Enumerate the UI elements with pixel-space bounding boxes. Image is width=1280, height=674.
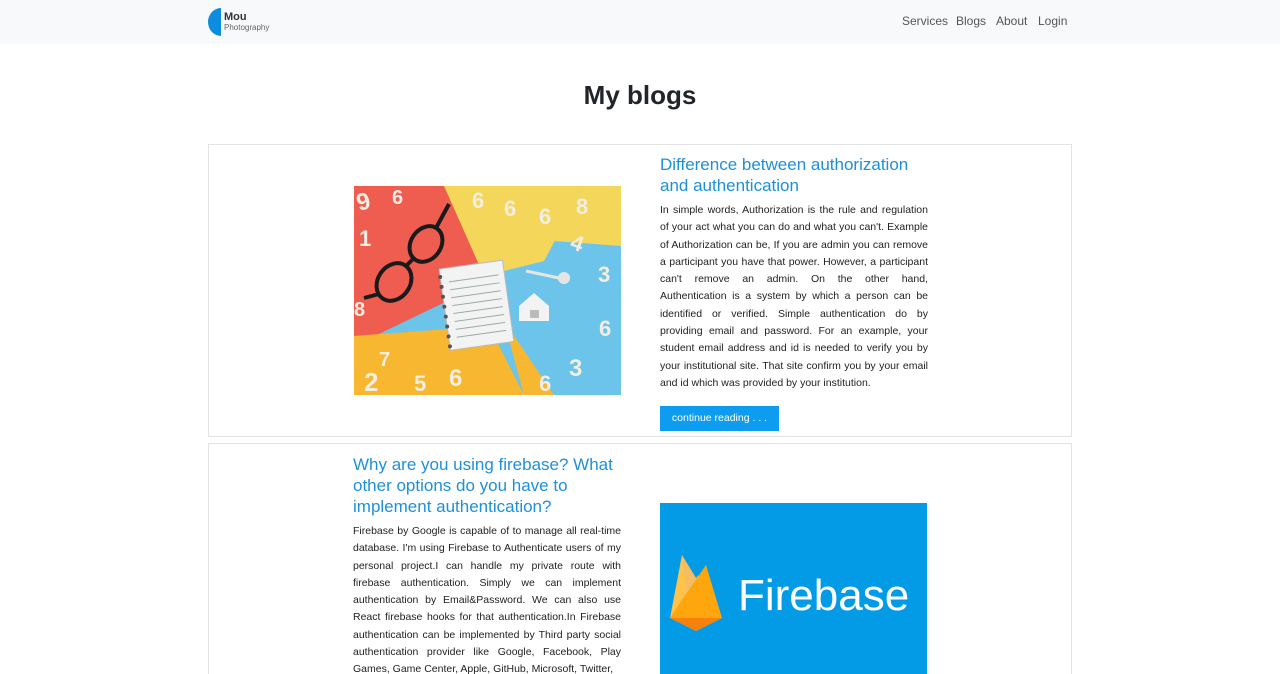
page-title: My blogs	[583, 80, 697, 110]
nav-link-login[interactable]: Login	[1038, 14, 1067, 28]
blog-excerpt: Firebase by Google is capable of to mana…	[353, 525, 621, 674]
svg-text:6: 6	[539, 204, 551, 229]
blog-excerpt: In simple words, Authorization is the ru…	[660, 204, 928, 389]
glasses-notebook-illustration: 9 6 6 6 6 8 4 3 6 3 6 6 5 2 8 1 7	[354, 186, 621, 395]
svg-text:6: 6	[392, 187, 403, 209]
svg-text:7: 7	[379, 349, 390, 371]
svg-text:3: 3	[598, 262, 610, 287]
svg-text:6: 6	[504, 196, 516, 221]
blog-image-firebase: Firebase	[660, 503, 927, 674]
nav-link-about[interactable]: About	[996, 14, 1027, 28]
svg-text:8: 8	[354, 299, 365, 321]
nav-link-services[interactable]: Services	[902, 14, 948, 28]
svg-text:6: 6	[599, 316, 611, 341]
svg-text:6: 6	[539, 371, 551, 395]
svg-text:5: 5	[414, 371, 426, 395]
blog-image-glasses-notebook: 9 6 6 6 6 8 4 3 6 3 6 6 5 2 8 1 7	[354, 186, 621, 395]
nav-links: Services Blogs About Login	[0, 14, 1280, 30]
svg-text:8: 8	[576, 194, 588, 219]
svg-text:2: 2	[364, 367, 378, 395]
continue-reading-button[interactable]: continue reading . . .	[660, 406, 779, 431]
svg-text:6: 6	[472, 188, 484, 213]
blog-title[interactable]: Why are you using firebase? What other o…	[353, 454, 629, 517]
svg-text:1: 1	[359, 226, 371, 251]
blog-card: 9 6 6 6 6 8 4 3 6 3 6 6 5 2 8 1 7 Differ…	[208, 144, 1072, 437]
nav-link-blogs[interactable]: Blogs	[956, 14, 986, 28]
blog-title[interactable]: Difference between authorization and aut…	[660, 154, 930, 196]
blog-card: Why are you using firebase? What other o…	[208, 443, 1072, 674]
svg-text:6: 6	[449, 365, 462, 392]
firebase-wordmark: Firebase	[738, 571, 910, 620]
navbar: Mou Photography Services Blogs About Log…	[0, 0, 1280, 44]
svg-text:3: 3	[569, 355, 582, 382]
